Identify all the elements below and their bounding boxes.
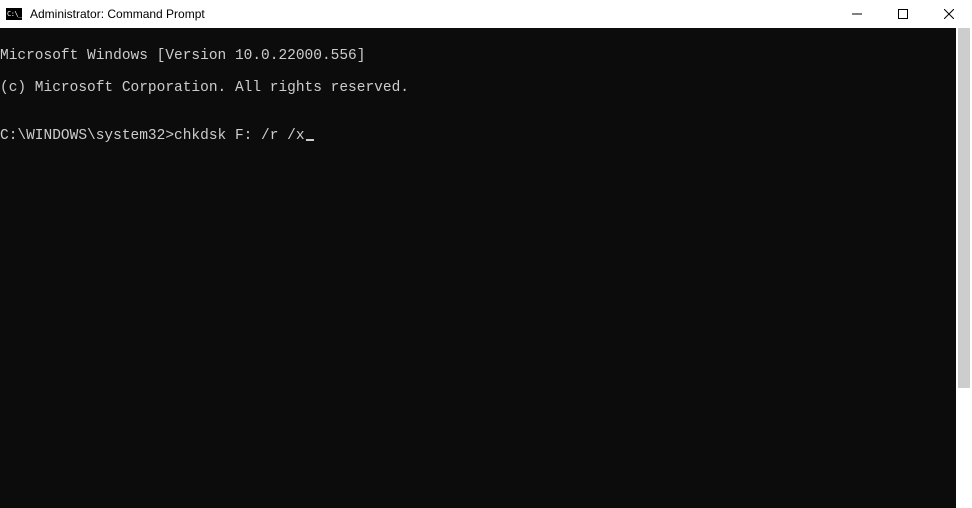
terminal-command: chkdsk F: /r /x: [174, 128, 305, 144]
titlebar[interactable]: Administrator: Command Prompt: [0, 0, 972, 28]
terminal-line: (c) Microsoft Corporation. All rights re…: [0, 80, 956, 96]
terminal-prompt-line: C:\WINDOWS\system32>chkdsk F: /r /x: [0, 128, 956, 144]
minimize-button[interactable]: [834, 0, 880, 28]
scrollbar-thumb[interactable]: [958, 28, 970, 388]
close-button[interactable]: [926, 0, 972, 28]
window-title: Administrator: Command Prompt: [30, 7, 205, 21]
maximize-button[interactable]: [880, 0, 926, 28]
cursor: [306, 139, 314, 141]
window-controls: [834, 0, 972, 28]
terminal-output[interactable]: Microsoft Windows [Version 10.0.22000.55…: [0, 28, 956, 508]
vertical-scrollbar[interactable]: [956, 28, 972, 508]
terminal-wrapper: Microsoft Windows [Version 10.0.22000.55…: [0, 28, 972, 508]
terminal-line: Microsoft Windows [Version 10.0.22000.55…: [0, 48, 956, 64]
terminal-prompt: C:\WINDOWS\system32>: [0, 128, 174, 144]
cmd-icon: [6, 8, 22, 20]
command-prompt-window: Administrator: Command Prompt Microsoft …: [0, 0, 972, 508]
